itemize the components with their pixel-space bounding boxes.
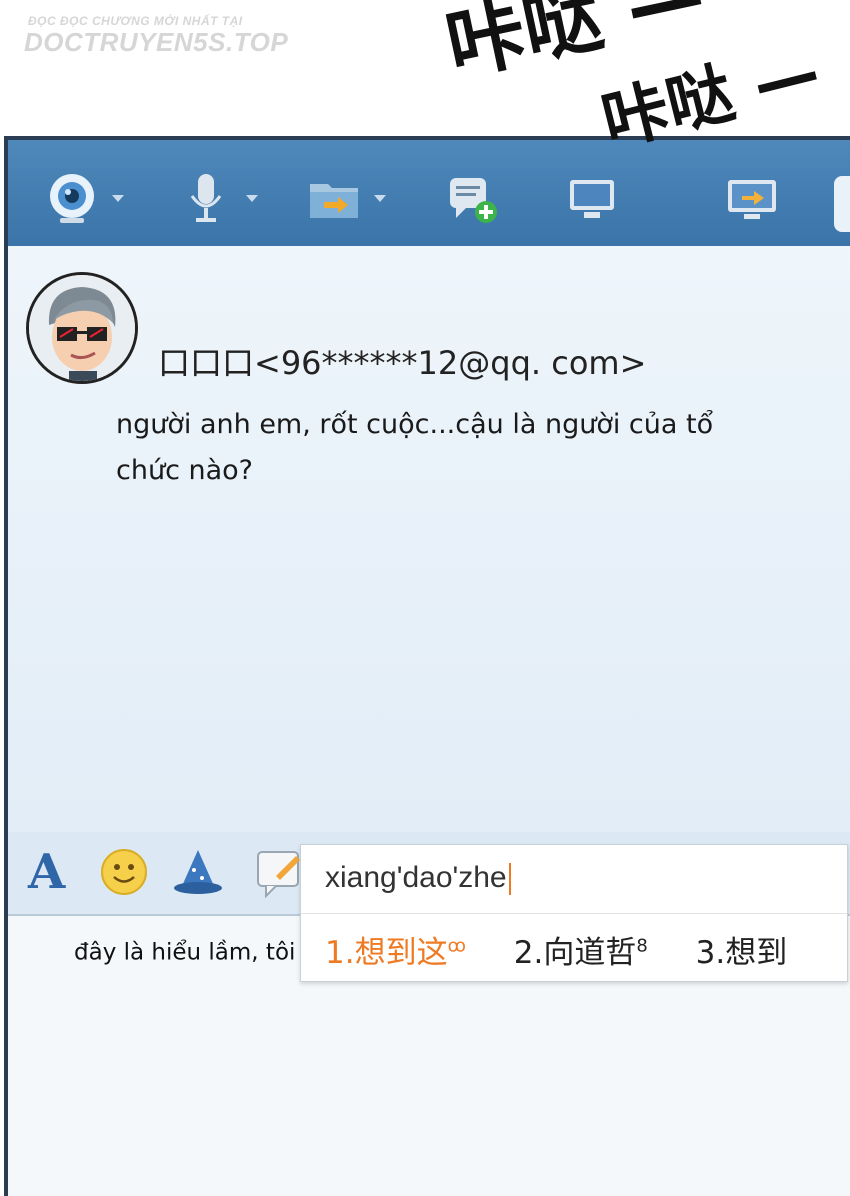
watermark: ĐỌC ĐỌC CHƯƠNG MỚI NHẤT TẠI DOCTRUYEN5S.… <box>24 14 289 57</box>
candidate-label: 2.向道哲 <box>513 935 637 971</box>
toolbar-overflow[interactable] <box>834 176 850 232</box>
sender-name: 口口口<96******12@qq. com> <box>158 344 647 382</box>
chevron-down-icon[interactable] <box>112 194 124 202</box>
ime-composition-text: xiang'dao'zhe <box>325 861 507 894</box>
message-add-icon <box>450 178 497 223</box>
ime-candidate-2[interactable]: 2.向道哲8 <box>514 927 648 972</box>
chevron-down-icon[interactable] <box>246 194 258 202</box>
remote-desktop-icon <box>570 180 614 218</box>
magic-icon <box>174 850 222 894</box>
ime-candidates: 1.想到这ꝏ 2.向道哲8 3.想到 <box>325 927 825 972</box>
screen-share-button[interactable] <box>724 168 780 228</box>
qq-chat-window: 口口口<96******12@qq. com> người anh em, rố… <box>4 136 850 1196</box>
candidate-label: 1.想到这 <box>325 935 448 971</box>
candidate-mark: ꝏ <box>447 935 466 957</box>
webcam-icon <box>50 174 94 223</box>
avatar[interactable] <box>26 272 138 384</box>
folder-transfer-icon <box>310 184 358 218</box>
screen-share-icon <box>728 180 776 219</box>
chat-history: 口口口<96******12@qq. com> người anh em, rố… <box>8 246 850 832</box>
watermark-line2: DOCTRUYEN5S.TOP <box>24 27 289 57</box>
magic-button[interactable] <box>170 846 226 898</box>
watermark-line1: ĐỌC ĐỌC CHƯƠNG MỚI NHẤT TẠI <box>28 14 243 28</box>
ime-candidate-1[interactable]: 1.想到这ꝏ <box>325 927 466 972</box>
ime-candidate-window: xiang'dao'zhe 1.想到这ꝏ 2.向道哲8 3.想到 <box>300 844 848 982</box>
ime-cursor <box>508 863 511 896</box>
remote-desktop-button[interactable] <box>566 168 622 228</box>
new-message-button[interactable] <box>444 168 500 228</box>
ime-candidate-3[interactable]: 3.想到 <box>696 927 788 972</box>
emoji-button[interactable] <box>98 846 150 898</box>
font-button[interactable]: A <box>28 844 66 900</box>
candidate-mark: 8 <box>636 935 648 957</box>
chevron-down-icon[interactable] <box>374 194 386 202</box>
file-transfer-button[interactable] <box>306 168 386 228</box>
top-toolbar <box>8 140 850 246</box>
message-text: người anh em, rốt cuộc...cậu là người củ… <box>116 409 714 486</box>
ime-divider <box>301 913 847 914</box>
microphone-button[interactable] <box>178 168 258 228</box>
avatar-image <box>29 275 135 381</box>
ime-composition: xiang'dao'zhe <box>325 861 511 896</box>
emoji-icon <box>101 849 147 895</box>
microphone-icon <box>190 174 222 222</box>
candidate-label: 3.想到 <box>695 935 788 971</box>
font-icon: A <box>28 844 66 900</box>
webcam-button[interactable] <box>44 168 124 228</box>
